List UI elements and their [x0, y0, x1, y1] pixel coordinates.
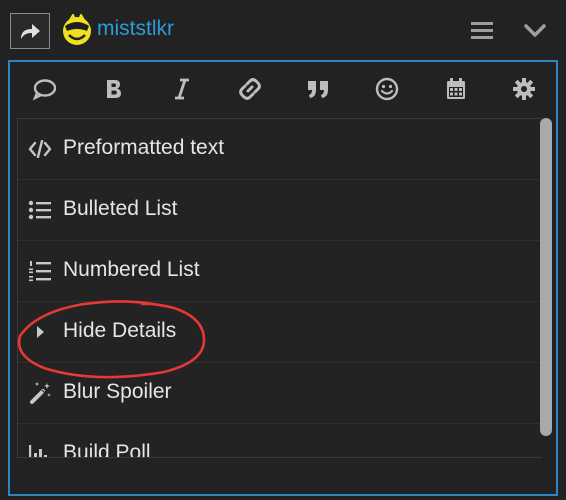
quote-bubble-icon — [32, 79, 57, 101]
italic-button[interactable] — [167, 74, 197, 104]
formatting-toolbar — [10, 62, 556, 114]
topbar: miststlkr — [0, 0, 566, 58]
menu-item-label: Numbered List — [63, 258, 200, 281]
calendar-icon — [447, 78, 465, 99]
reply-arrow-icon — [21, 24, 40, 39]
blockquote-button[interactable] — [303, 74, 333, 104]
avatar-emoji-icon — [63, 14, 91, 45]
magic-wand-icon — [28, 381, 52, 405]
menu-item-bulleted-list[interactable]: Bulleted List — [18, 180, 542, 241]
quote-bubble-button[interactable] — [30, 74, 60, 104]
calendar-button[interactable] — [441, 74, 471, 104]
scrollbar-thumb[interactable] — [540, 118, 552, 436]
menu-item-hide-details[interactable]: Hide Details — [18, 302, 542, 363]
link-icon — [239, 78, 261, 100]
menu-item-label: Build Poll — [63, 441, 151, 458]
composer-editor: Preformatted text Bulleted List Numbered… — [8, 60, 558, 496]
username[interactable]: miststlkr — [97, 14, 174, 44]
caret-right-icon — [28, 320, 52, 344]
options-dropdown-menu: Preformatted text Bulleted List Numbered… — [17, 118, 542, 458]
bold-button[interactable] — [99, 74, 129, 104]
menu-scrollbar[interactable] — [540, 118, 554, 436]
emoji-icon — [375, 77, 399, 101]
emoji-button[interactable] — [372, 74, 402, 104]
menu-item-preformatted-text[interactable]: Preformatted text — [18, 119, 542, 180]
bulleted-list-icon — [28, 198, 52, 222]
menu-item-label: Hide Details — [63, 319, 177, 342]
numbered-list-icon — [28, 259, 52, 283]
poll-chart-icon — [28, 442, 52, 457]
menu-item-label: Preformatted text — [63, 136, 225, 159]
chevron-down-icon[interactable] — [520, 18, 550, 42]
menu-item-label: Blur Spoiler — [63, 380, 172, 403]
menu-item-numbered-list[interactable]: Numbered List — [18, 241, 542, 302]
hamburger-icon[interactable] — [468, 18, 496, 42]
settings-button[interactable] — [509, 74, 539, 104]
menu-item-build-poll[interactable]: Build Poll — [18, 424, 542, 458]
gear-icon — [513, 78, 535, 100]
blockquote-icon — [308, 81, 328, 98]
menu-item-label: Bulleted List — [63, 197, 178, 220]
code-icon — [28, 137, 52, 161]
reply-button[interactable] — [10, 13, 50, 49]
italic-icon — [175, 78, 189, 100]
link-button[interactable] — [235, 74, 265, 104]
menu-item-blur-spoiler[interactable]: Blur Spoiler — [18, 363, 542, 424]
bold-icon — [107, 80, 121, 98]
